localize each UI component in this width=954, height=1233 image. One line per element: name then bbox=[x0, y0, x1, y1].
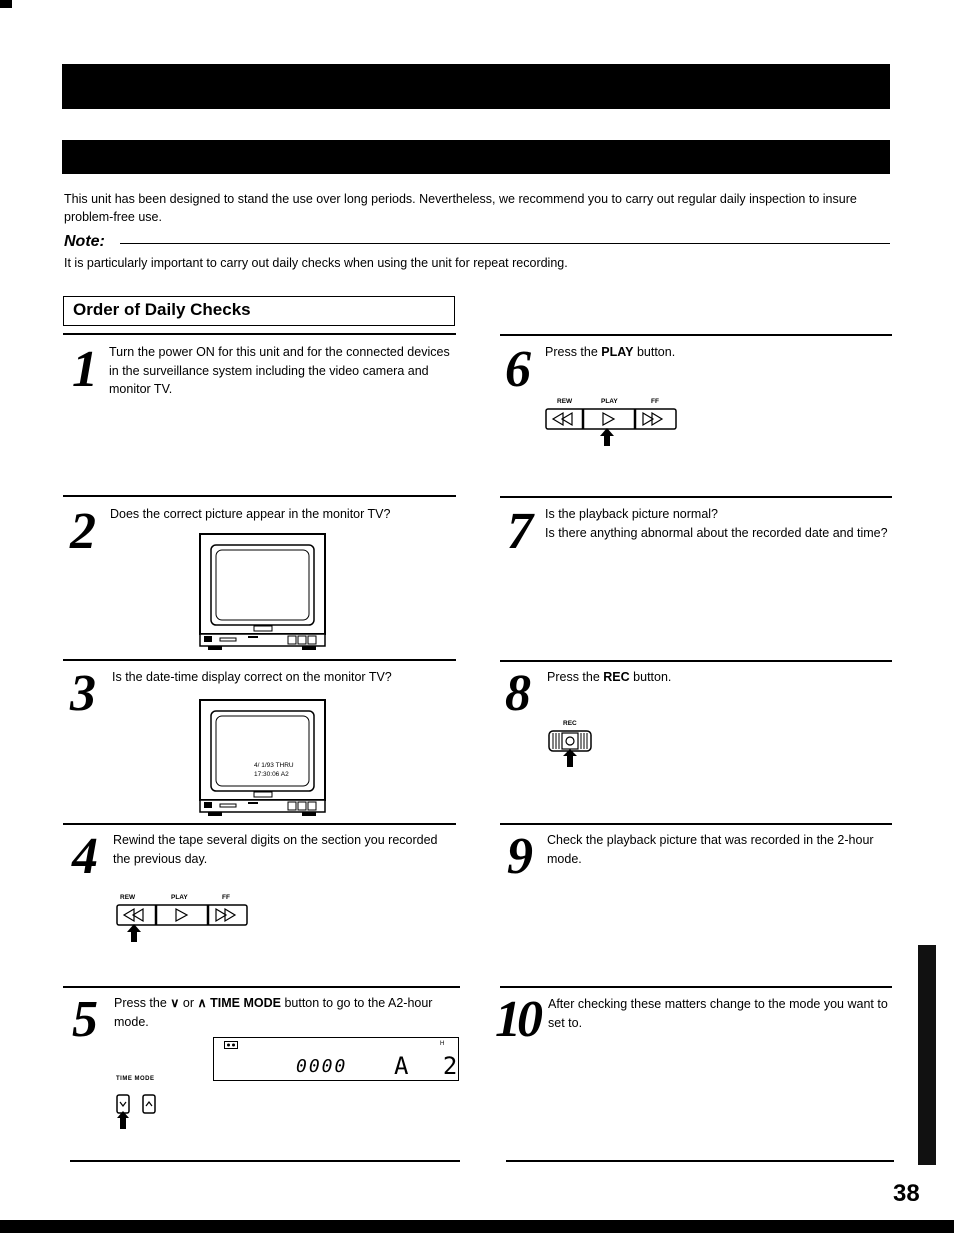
header-bar-bottom bbox=[62, 140, 890, 174]
rec-label: REC bbox=[563, 720, 577, 727]
rec-button[interactable] bbox=[546, 729, 594, 769]
monitor-tv-frame bbox=[199, 699, 326, 816]
step-5-or: or bbox=[179, 996, 198, 1010]
step-5-text: Press the ∨ or ∧ TIME MODE button to go … bbox=[114, 994, 459, 1031]
cassette-icon bbox=[224, 1041, 238, 1049]
step-9-text: Check the playback picture that was reco… bbox=[547, 833, 874, 866]
step-3-rule bbox=[63, 659, 456, 661]
screen-time-line: 17:30:06 A2 bbox=[254, 771, 289, 778]
page-number: 38 bbox=[893, 1180, 920, 1207]
arrow-up-icon bbox=[600, 428, 614, 446]
step-5-number: 5 bbox=[72, 991, 98, 1048]
step-1-text: Turn the power ON for this unit and for … bbox=[109, 345, 450, 396]
time-mode-down-button[interactable] bbox=[116, 1094, 130, 1114]
record-circle-icon bbox=[565, 736, 575, 746]
step-2-rule bbox=[63, 495, 456, 497]
rew-label: REW bbox=[557, 398, 573, 405]
step-7-line-1: Is the playback picture normal? bbox=[545, 507, 719, 521]
step-4-rule bbox=[63, 823, 456, 825]
step-6-rule bbox=[500, 334, 892, 336]
step-7-rule bbox=[500, 496, 892, 498]
step-3-number: 3 bbox=[70, 665, 96, 722]
vcr-display-panel: H 0000 A 2 bbox=[213, 1037, 459, 1081]
step-8-text: Press the REC button. bbox=[547, 668, 892, 687]
step-3-text: Is the date-time display correct on the … bbox=[112, 670, 392, 684]
step-6-text: Press the PLAY button. bbox=[545, 343, 890, 362]
chapter-side-tab bbox=[918, 945, 936, 1165]
transport-frame bbox=[116, 904, 248, 926]
screen-date-line: 4/ 1/93 THRU bbox=[254, 762, 294, 769]
ff-label: FF bbox=[651, 398, 659, 405]
play-bold: PLAY bbox=[601, 345, 634, 359]
step-7-line-2: Is there anything abnormal about the rec… bbox=[545, 525, 888, 540]
step-1-number: 1 bbox=[72, 341, 98, 398]
step-8-text-post: button. bbox=[629, 670, 672, 684]
scan-edge-mark bbox=[0, 0, 12, 8]
note-rule bbox=[120, 243, 890, 244]
step-5-text-pre: Press the bbox=[114, 996, 171, 1010]
bottom-bar bbox=[0, 1220, 954, 1233]
ff-label: FF bbox=[222, 894, 230, 901]
step-8-number: 8 bbox=[505, 665, 531, 722]
left-bottom-rule bbox=[70, 1160, 460, 1162]
step-4-number: 4 bbox=[72, 828, 98, 885]
intro-text: This unit has been designed to stand the… bbox=[64, 192, 857, 224]
step-7-number: 7 bbox=[507, 503, 533, 560]
monitor-tv-datetime-illustration: 4/ 1/93 THRU 17:30:06 A2 bbox=[198, 698, 328, 816]
time-mode-label: TIME MODE bbox=[116, 1076, 155, 1082]
step-9-rule bbox=[500, 823, 892, 825]
play-label: PLAY bbox=[171, 894, 188, 901]
step-6-text-pre: Press the bbox=[545, 345, 602, 359]
step-2-text: Does the correct picture appear in the m… bbox=[110, 507, 391, 521]
step-5-rule bbox=[63, 986, 460, 988]
monitor-tv-illustration bbox=[199, 533, 326, 650]
step-1-rule bbox=[63, 333, 456, 335]
step-8-text-pre: Press the bbox=[547, 670, 604, 684]
display-hour-indicator: H bbox=[440, 1041, 445, 1047]
transport-buttons-rew-highlight: REW PLAY FF bbox=[116, 894, 250, 946]
step-9-number: 9 bbox=[507, 828, 533, 885]
note-text: It is particularly important to carry ou… bbox=[64, 256, 568, 270]
up-chevron-icon: ∧ bbox=[197, 996, 207, 1010]
display-counter: 0000 bbox=[296, 1056, 348, 1077]
section-title: Order of Daily Checks bbox=[73, 300, 251, 319]
note-label: Note: bbox=[64, 233, 105, 250]
rew-label: REW bbox=[120, 894, 136, 901]
right-bottom-rule bbox=[506, 1160, 894, 1162]
step-8-rule bbox=[500, 660, 892, 662]
time-mode-up-button[interactable] bbox=[142, 1094, 156, 1114]
step-10-text: After checking these matters change to t… bbox=[548, 997, 888, 1030]
arrow-up-icon bbox=[127, 924, 141, 942]
step-7-text: Is the playback picture normal? Is there… bbox=[545, 505, 890, 542]
step-2-number: 2 bbox=[70, 503, 96, 560]
display-mode: A 2 bbox=[394, 1052, 468, 1080]
play-label: PLAY bbox=[601, 398, 618, 405]
transport-buttons-play-highlight: REW PLAY FF bbox=[545, 398, 679, 450]
time-mode-buttons bbox=[116, 1094, 156, 1129]
time-mode-bold: TIME MODE bbox=[206, 996, 281, 1010]
header-bar-top bbox=[62, 64, 890, 109]
rec-bold: REC bbox=[603, 670, 630, 684]
step-10-rule bbox=[500, 986, 892, 988]
step-4-text: Rewind the tape several digits on the se… bbox=[113, 833, 438, 866]
step-6-number: 6 bbox=[505, 341, 531, 398]
step-6-text-post: button. bbox=[633, 345, 676, 359]
transport-frame bbox=[545, 408, 677, 430]
step-10-number: 10 bbox=[495, 991, 543, 1048]
